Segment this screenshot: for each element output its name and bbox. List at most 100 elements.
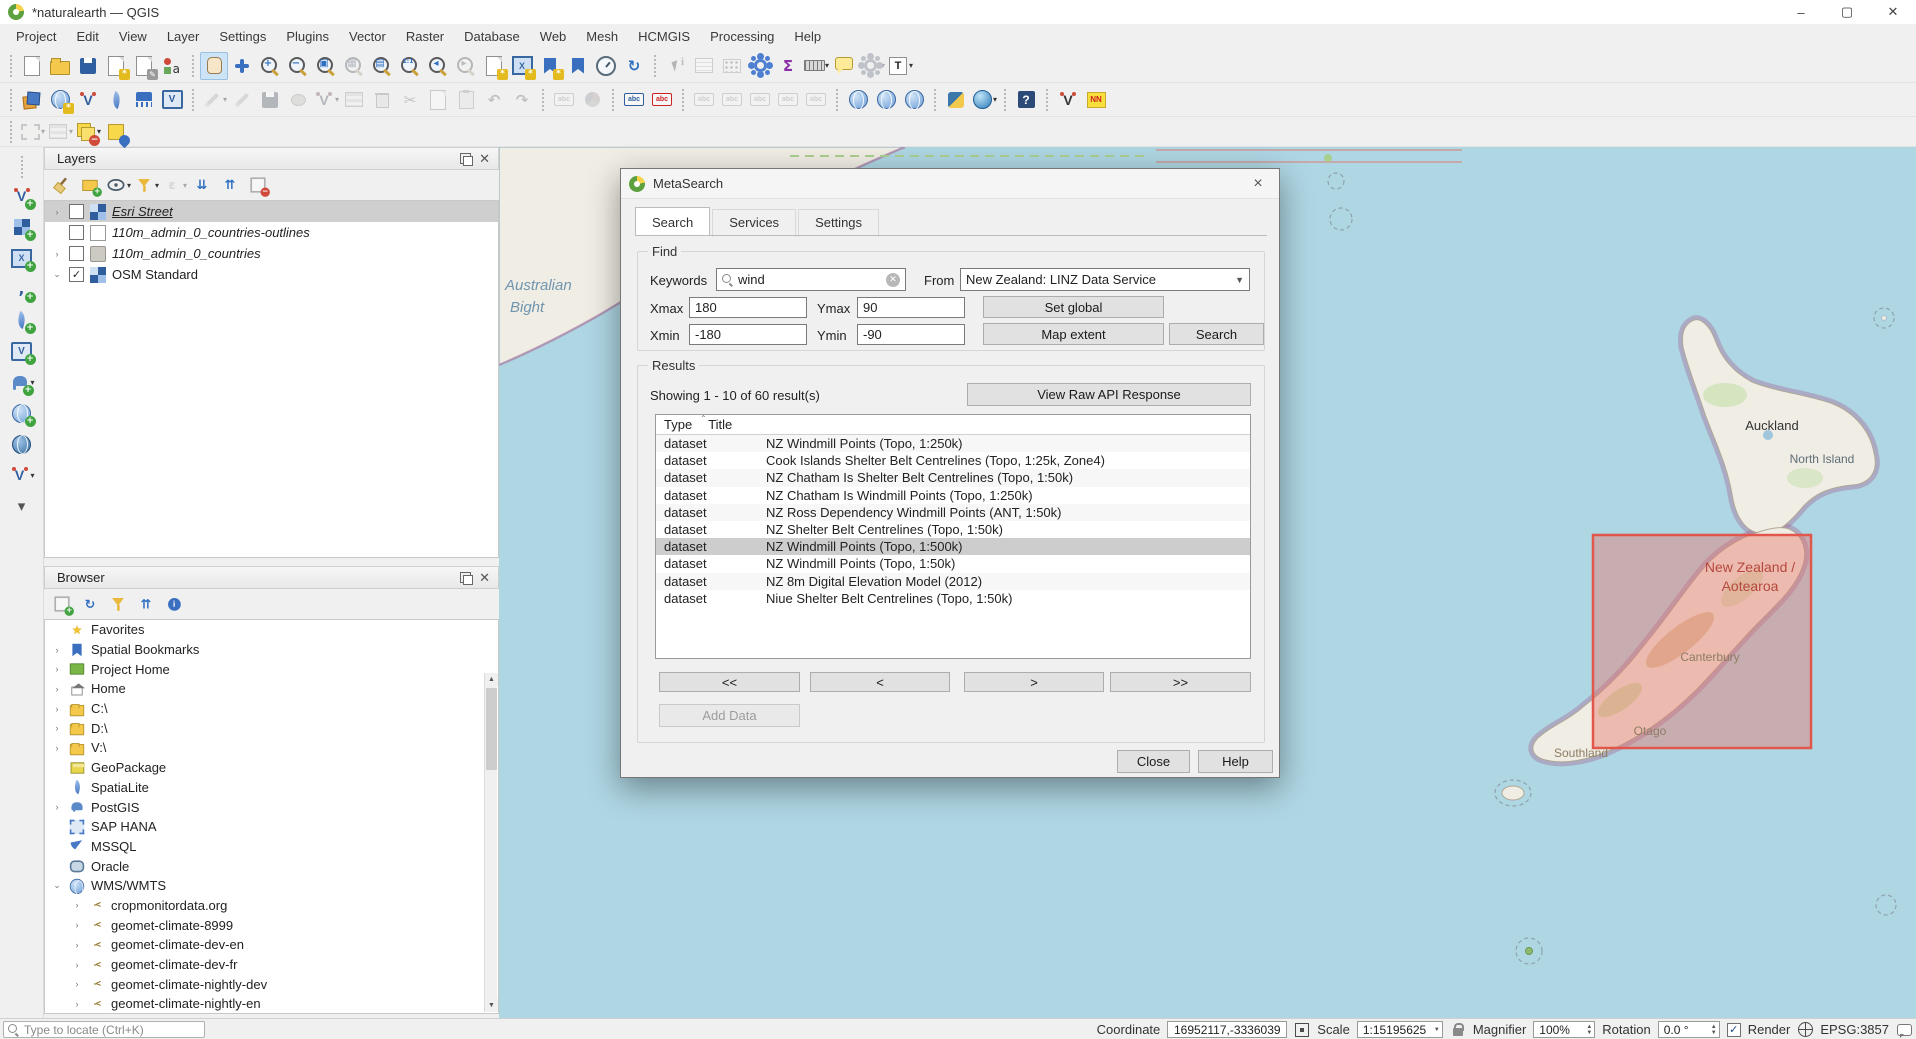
expander-icon[interactable]: ›	[51, 249, 63, 259]
menu-project[interactable]: Project	[6, 26, 66, 47]
show-unplaced-labels-icon[interactable]	[648, 86, 676, 114]
topology-checker-icon[interactable]	[1054, 86, 1082, 114]
browser-item[interactable]: ⌄WMS/WMTS	[45, 876, 498, 896]
layer-checkbox[interactable]	[69, 246, 84, 261]
messages-icon[interactable]	[1896, 1022, 1912, 1038]
magnifier-stepper[interactable]: 100%▲▼	[1533, 1021, 1595, 1038]
data-source-manager-icon[interactable]	[18, 86, 46, 114]
show-layout-manager-icon[interactable]: ✎	[130, 52, 158, 80]
add-delimited-text-layer-icon[interactable]: ,+	[8, 275, 36, 303]
expander-icon[interactable]: ⌄	[51, 269, 63, 280]
layer-checkbox[interactable]: ✓	[69, 267, 84, 282]
keywords-input[interactable]: wind ✕	[716, 268, 906, 291]
browser-item[interactable]: ›D:\	[45, 718, 498, 738]
browser-item[interactable]: ›Spatial Bookmarks	[45, 640, 498, 660]
result-row[interactable]: datasetNZ Ross Dependency Windmill Point…	[656, 504, 1250, 521]
browser-item[interactable]: ›V:\	[45, 738, 498, 758]
browser-item[interactable]: ›geomet-climate-nightly-dev	[45, 974, 498, 994]
refresh-browser-icon[interactable]: ↻	[78, 590, 102, 618]
collapse-all-icon[interactable]: ⇈	[134, 590, 158, 618]
menu-layer[interactable]: Layer	[157, 26, 210, 47]
add-xyz-layer-icon[interactable]	[8, 430, 36, 458]
pager-last-button[interactable]: >>	[1110, 672, 1251, 692]
menu-mesh[interactable]: Mesh	[576, 26, 628, 47]
menu-help[interactable]: Help	[784, 26, 831, 47]
tab-search[interactable]: Search	[635, 207, 710, 235]
dialog-help-button[interactable]: Help	[1198, 750, 1273, 773]
new-3d-map-view-icon[interactable]: *	[508, 52, 536, 80]
layers-panel-float-icon[interactable]	[460, 153, 471, 164]
expander-icon[interactable]: ›	[51, 684, 63, 694]
temporal-controller-icon[interactable]	[592, 52, 620, 80]
python-console-icon[interactable]	[942, 86, 970, 114]
maximize-button[interactable]: ▢	[1824, 0, 1870, 24]
add-delimited-text-layer-icon[interactable]	[130, 86, 158, 114]
extents-icon[interactable]	[1294, 1022, 1310, 1038]
lock-icon[interactable]	[1450, 1022, 1466, 1038]
from-select[interactable]: New Zealand: LINZ Data Service▼	[960, 268, 1250, 291]
layer-item[interactable]: 110m_admin_0_countries-outlines	[45, 222, 498, 243]
layers-panel-close-icon[interactable]: ✕	[479, 153, 490, 164]
expander-icon[interactable]: ›	[51, 704, 63, 714]
menu-edit[interactable]: Edit	[66, 26, 108, 47]
nn-join-plugin-icon[interactable]	[1082, 86, 1110, 114]
close-button[interactable]: ✕	[1870, 0, 1916, 24]
browser-item[interactable]: ›geomet-climate-8999	[45, 915, 498, 935]
show-statistics-icon[interactable]: Σ	[774, 52, 802, 80]
expander-icon[interactable]: ›	[51, 802, 63, 812]
result-row[interactable]: datasetNZ 8m Digital Elevation Model (20…	[656, 573, 1250, 590]
metasearch-icon[interactable]	[844, 86, 872, 114]
browser-item[interactable]: ›geomet-climate-dev-fr	[45, 955, 498, 975]
zoom-in-icon[interactable]: +	[256, 52, 284, 80]
result-row[interactable]: datasetCook Islands Shelter Belt Centrel…	[656, 452, 1250, 469]
expander-icon[interactable]: ›	[51, 645, 63, 655]
browser-item[interactable]: ›Project Home	[45, 659, 498, 679]
add-selected-layers-icon[interactable]: +	[50, 590, 74, 618]
open-layer-styling-icon[interactable]	[50, 171, 74, 199]
xmax-input[interactable]: 180	[689, 297, 807, 318]
add-virtual-layer-icon[interactable]	[158, 86, 186, 114]
deselect-features-icon[interactable]: −▾	[74, 118, 102, 146]
clear-keywords-icon[interactable]: ✕	[886, 273, 900, 287]
scrollbar-thumb[interactable]	[486, 688, 497, 770]
layer-item[interactable]: ⌄✓OSM Standard	[45, 264, 498, 285]
zoom-full-icon[interactable]: ▣	[312, 52, 340, 80]
new-spatial-bookmark-icon[interactable]: *	[536, 52, 564, 80]
add-wfs-layer-icon[interactable]: ▾	[8, 461, 36, 489]
expander-icon[interactable]: ›	[51, 664, 63, 674]
rotation-stepper[interactable]: 0.0 °▲▼	[1658, 1021, 1720, 1038]
highlight-pinned-labels-icon[interactable]	[620, 86, 648, 114]
layer-item[interactable]: ›Esri Street	[45, 201, 498, 222]
menu-raster[interactable]: Raster	[396, 26, 454, 47]
text-annotation-icon[interactable]: ▾	[886, 52, 914, 80]
menu-plugins[interactable]: Plugins	[276, 26, 339, 47]
new-print-layout-icon[interactable]: *	[102, 52, 130, 80]
xmin-input[interactable]: -180	[689, 324, 807, 345]
browser-item[interactable]: ›PostGIS	[45, 797, 498, 817]
expander-icon[interactable]: ›	[71, 920, 83, 930]
scroll-down-icon[interactable]: ▼	[485, 999, 498, 1012]
browser-properties-icon[interactable]	[162, 590, 186, 618]
browser-item[interactable]: Favorites	[45, 620, 498, 640]
coordinate-input[interactable]: 16952117,-3336039	[1167, 1021, 1287, 1038]
pager-first-button[interactable]: <<	[659, 672, 800, 692]
result-row[interactable]: datasetNZ Chatham Is Windmill Points (To…	[656, 487, 1250, 504]
refresh-map-icon[interactable]: ↻	[620, 52, 648, 80]
add-spatialite-layer-icon[interactable]: +	[8, 306, 36, 334]
results-table[interactable]: ⌃ Type Title datasetNZ Windmill Points (…	[655, 414, 1251, 659]
add-mesh-layer-icon[interactable]: +	[8, 244, 36, 272]
ymin-input[interactable]: -90	[857, 324, 965, 345]
new-map-view-icon[interactable]: *	[480, 52, 508, 80]
dialog-close-button[interactable]: Close	[1117, 750, 1190, 773]
add-spatialite-layer-icon[interactable]	[102, 86, 130, 114]
expander-icon[interactable]: ›	[71, 940, 83, 950]
ymax-input[interactable]: 90	[857, 297, 965, 318]
result-row[interactable]: datasetNZ Windmill Points (Topo, 1:250k)	[656, 435, 1250, 452]
layer-item[interactable]: ›110m_admin_0_countries	[45, 243, 498, 264]
results-table-header[interactable]: ⌃ Type Title	[656, 415, 1250, 435]
remove-layer-icon[interactable]: −	[246, 171, 270, 199]
pan-map-icon[interactable]	[200, 52, 228, 80]
scroll-up-icon[interactable]: ▲	[485, 673, 498, 686]
browser-panel-float-icon[interactable]	[460, 572, 471, 583]
browser-item[interactable]: SAP HANA	[45, 817, 498, 837]
